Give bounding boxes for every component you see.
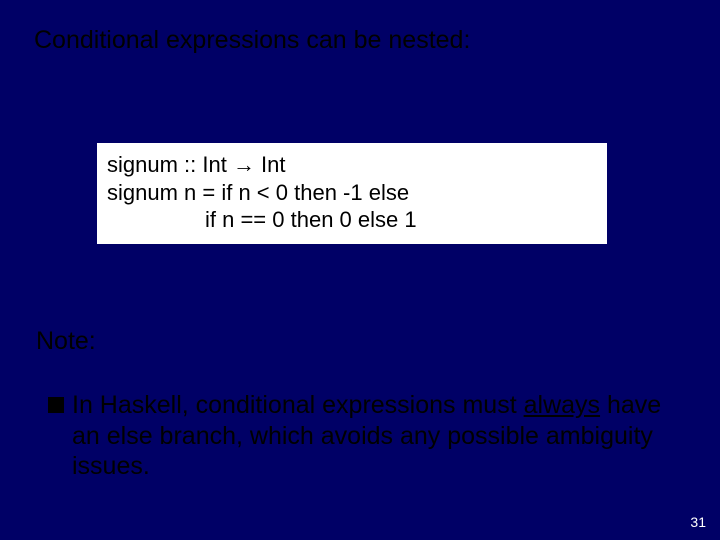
page-number: 31: [690, 514, 706, 530]
note-label: Note:: [36, 327, 96, 356]
slide-heading: Conditional expressions can be nested:: [34, 26, 470, 55]
bullet-text: In Haskell, conditional expressions must…: [72, 390, 678, 482]
code-line-2: signum n = if n < 0 then -1 else: [107, 179, 597, 207]
code-line-1: signum :: Int → Int: [107, 151, 597, 179]
square-bullet-icon: [48, 397, 64, 413]
bullet-text-underlined: always: [524, 391, 600, 419]
bullet-text-pre: In Haskell, conditional expressions must: [72, 391, 524, 419]
code-line-3: if n == 0 then 0 else 1: [107, 206, 597, 234]
bullet-item: In Haskell, conditional expressions must…: [48, 390, 678, 482]
code-box: signum :: Int → Int signum n = if n < 0 …: [97, 143, 607, 244]
slide: Conditional expressions can be nested: s…: [0, 0, 720, 540]
